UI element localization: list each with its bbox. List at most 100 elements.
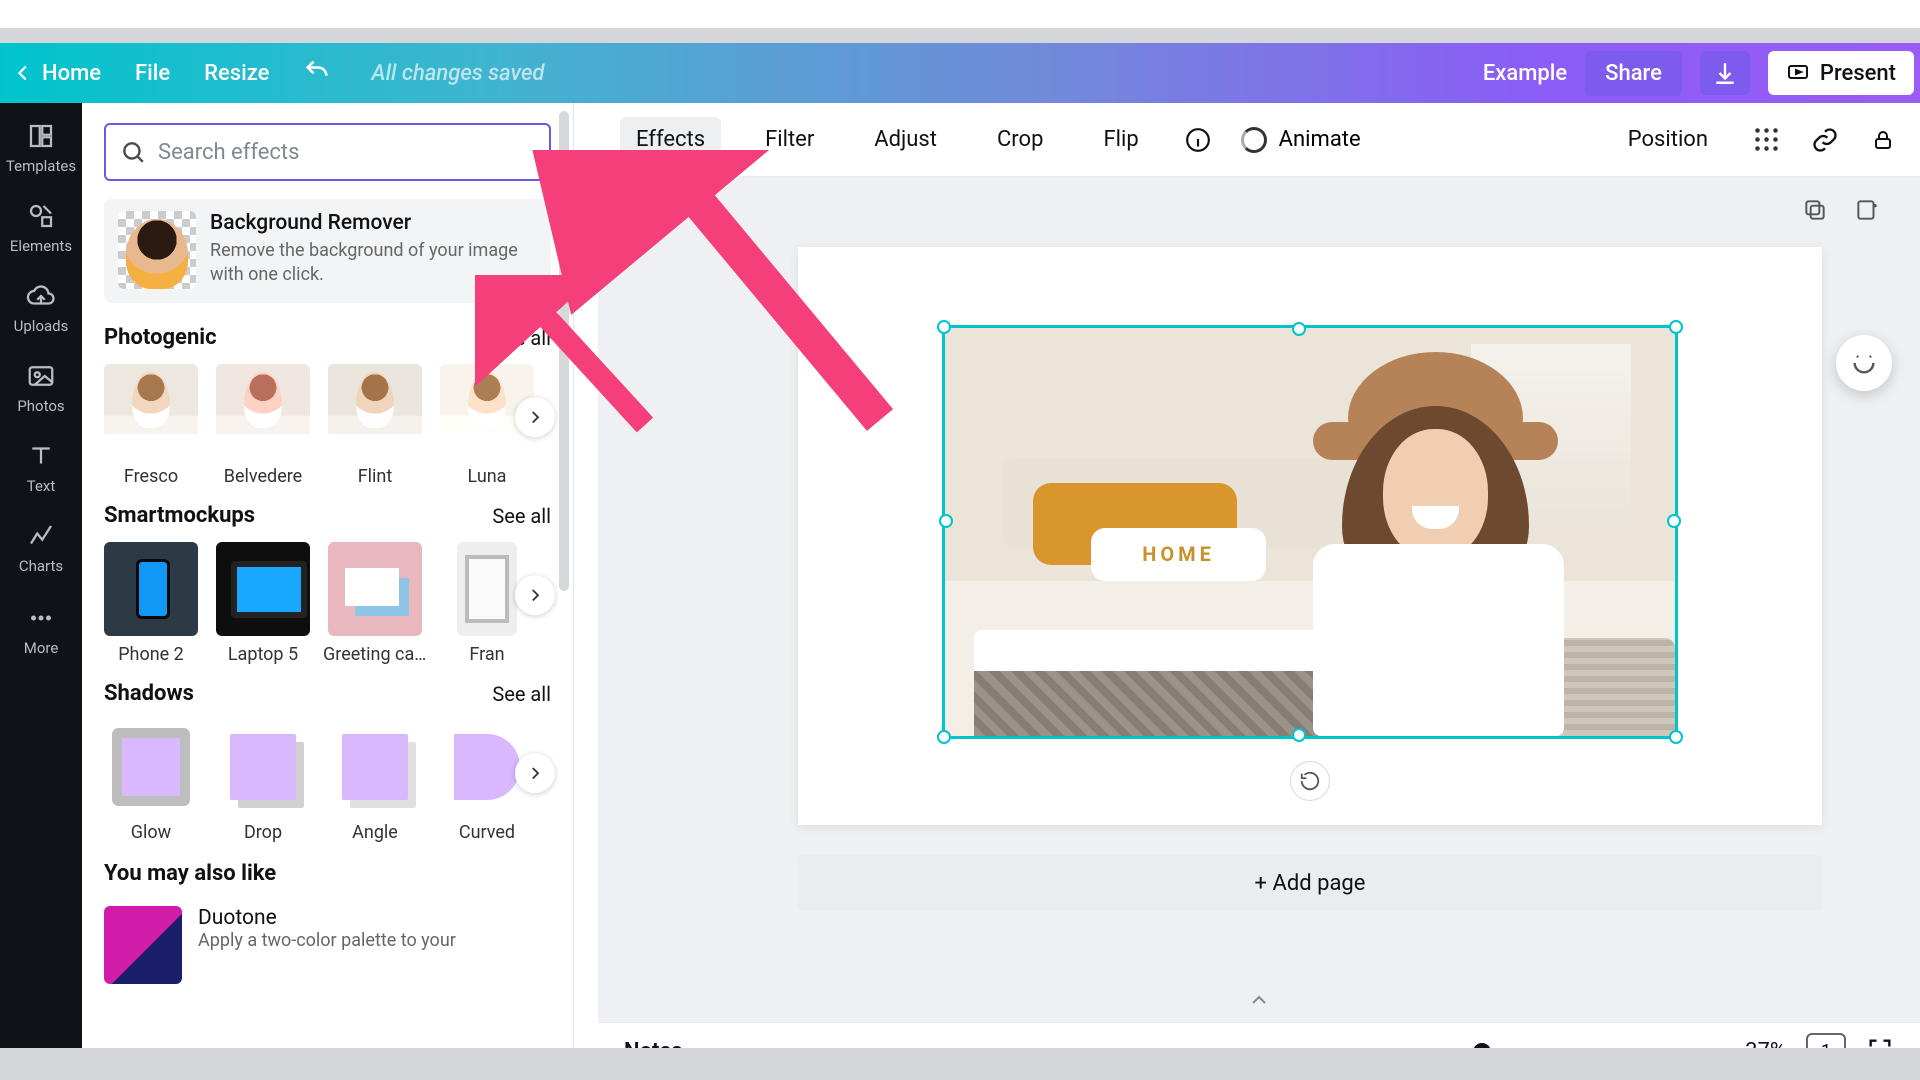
download-button[interactable] xyxy=(1700,51,1750,95)
rail-elements[interactable]: Elements xyxy=(0,201,82,255)
animate-button[interactable]: Animate xyxy=(1241,127,1361,153)
lock-icon xyxy=(1871,128,1895,152)
image-tshirt xyxy=(1313,544,1564,736)
photogenic-tile-label: Fresco xyxy=(124,466,178,487)
left-rail: Templates Elements Uploads Photos Text C… xyxy=(0,103,82,1080)
resize-menu[interactable]: Resize xyxy=(204,61,269,86)
tab-position[interactable]: Position xyxy=(1612,117,1724,162)
present-icon xyxy=(1786,61,1810,85)
duplicate-icon xyxy=(1802,197,1828,223)
section-photogenic-title: Photogenic xyxy=(104,325,217,350)
tab-adjust[interactable]: Adjust xyxy=(858,117,953,162)
photogenic-tile[interactable]: Fresco xyxy=(104,364,198,487)
tab-effects[interactable]: Effects xyxy=(620,117,721,162)
shadows-tile[interactable]: Glow xyxy=(104,720,198,843)
rail-templates[interactable]: Templates xyxy=(0,121,82,175)
rail-more[interactable]: More xyxy=(0,603,82,657)
tab-filter[interactable]: Filter xyxy=(749,117,830,162)
link-button[interactable] xyxy=(1810,125,1840,155)
canvas-area[interactable]: HOME + Add page xyxy=(598,177,1920,1022)
share-button[interactable]: Share xyxy=(1585,51,1682,96)
row-next-button[interactable] xyxy=(515,753,555,793)
more-icon xyxy=(26,603,56,633)
bg-remover-title: Background Remover xyxy=(210,211,533,235)
resize-handle[interactable] xyxy=(1669,320,1683,334)
section-photogenic-seeall[interactable]: See all xyxy=(492,326,551,350)
row-next-button[interactable] xyxy=(515,397,555,437)
rotate-button[interactable] xyxy=(1290,761,1330,801)
bg-remover-card[interactable]: Background Remover Remove the background… xyxy=(104,199,551,303)
transparency-button[interactable] xyxy=(1752,125,1782,155)
chevron-left-icon xyxy=(12,62,34,84)
chevron-right-icon xyxy=(526,586,544,604)
tab-flip[interactable]: Flip xyxy=(1087,117,1154,162)
section-ymal-title: You may also like xyxy=(104,861,551,886)
resize-handle[interactable] xyxy=(937,320,951,334)
photogenic-tile[interactable]: Belvedere xyxy=(216,364,310,487)
photogenic-tile-label: Belvedere xyxy=(224,466,302,487)
rail-templates-label: Templates xyxy=(6,157,76,175)
effects-panel: Background Remover Remove the background… xyxy=(82,103,574,1080)
photogenic-tile-label: Luna xyxy=(468,466,507,487)
undo-icon xyxy=(303,57,331,85)
info-button[interactable] xyxy=(1183,125,1213,155)
text-icon xyxy=(26,441,56,471)
rail-photos[interactable]: Photos xyxy=(0,361,82,415)
rail-text-label: Text xyxy=(27,477,56,495)
resize-handle[interactable] xyxy=(1669,730,1683,744)
smartmockups-tile[interactable]: Laptop 5 xyxy=(216,542,310,665)
rail-charts-label: Charts xyxy=(19,557,63,575)
search-icon xyxy=(120,139,146,165)
shadows-tile[interactable]: Drop xyxy=(216,720,310,843)
add-page-bar[interactable]: + Add page xyxy=(798,855,1822,911)
section-shadows-seeall[interactable]: See all xyxy=(492,682,551,706)
duplicate-page-button[interactable] xyxy=(1798,193,1832,227)
chevron-right-icon xyxy=(526,764,544,782)
templates-icon xyxy=(26,121,56,151)
resize-handle[interactable] xyxy=(939,514,953,528)
resize-handle[interactable] xyxy=(937,730,951,744)
selected-image[interactable]: HOME xyxy=(942,325,1678,739)
present-button[interactable]: Present xyxy=(1768,51,1914,95)
search-box[interactable] xyxy=(104,123,551,181)
tab-crop[interactable]: Crop xyxy=(981,117,1059,162)
duotone-card[interactable]: Duotone Apply a two-color palette to you… xyxy=(104,906,551,984)
rail-charts[interactable]: Charts xyxy=(0,521,82,575)
rail-text[interactable]: Text xyxy=(0,441,82,495)
sidebar-scrollbar[interactable] xyxy=(555,111,573,1020)
section-smartmockups-seeall[interactable]: See all xyxy=(492,504,551,528)
lock-button[interactable] xyxy=(1868,125,1898,155)
shadows-tile[interactable]: Angle xyxy=(328,720,422,843)
home-label: Home xyxy=(42,61,101,86)
search-input[interactable] xyxy=(158,140,535,165)
page-panel-toggle[interactable] xyxy=(1247,988,1271,1016)
resize-handle[interactable] xyxy=(1667,514,1681,528)
row-next-button[interactable] xyxy=(515,575,555,615)
charts-icon xyxy=(26,521,56,551)
undo-button[interactable] xyxy=(303,57,331,89)
scrollbar-thumb[interactable] xyxy=(559,111,569,591)
resize-handle[interactable] xyxy=(1292,728,1306,742)
rail-elements-label: Elements xyxy=(10,237,72,255)
animate-icon xyxy=(1241,127,1267,153)
smartmockups-tile[interactable]: Greeting car… xyxy=(328,542,422,665)
rail-uploads[interactable]: Uploads xyxy=(0,281,82,335)
rail-more-label: More xyxy=(24,639,59,657)
photogenic-tile-label: Flint xyxy=(358,466,393,487)
present-label: Present xyxy=(1820,61,1896,86)
image-person xyxy=(1295,352,1587,736)
add-page-button[interactable] xyxy=(1850,193,1884,227)
example-button[interactable]: Example xyxy=(1483,61,1567,86)
image-face xyxy=(1383,429,1488,559)
magic-button[interactable] xyxy=(1836,335,1892,391)
home-button[interactable]: Home xyxy=(12,61,101,86)
resize-handle[interactable] xyxy=(1292,322,1306,336)
transparency-icon xyxy=(1753,126,1781,154)
chevron-right-icon xyxy=(526,408,544,426)
shadows-tile-label: Drop xyxy=(244,822,282,843)
photogenic-tile[interactable]: Flint xyxy=(328,364,422,487)
file-menu[interactable]: File xyxy=(135,61,170,86)
add-page-icon xyxy=(1854,197,1880,223)
smartmockups-tile[interactable]: Phone 2 xyxy=(104,542,198,665)
shadows-tile-label: Glow xyxy=(131,822,171,843)
